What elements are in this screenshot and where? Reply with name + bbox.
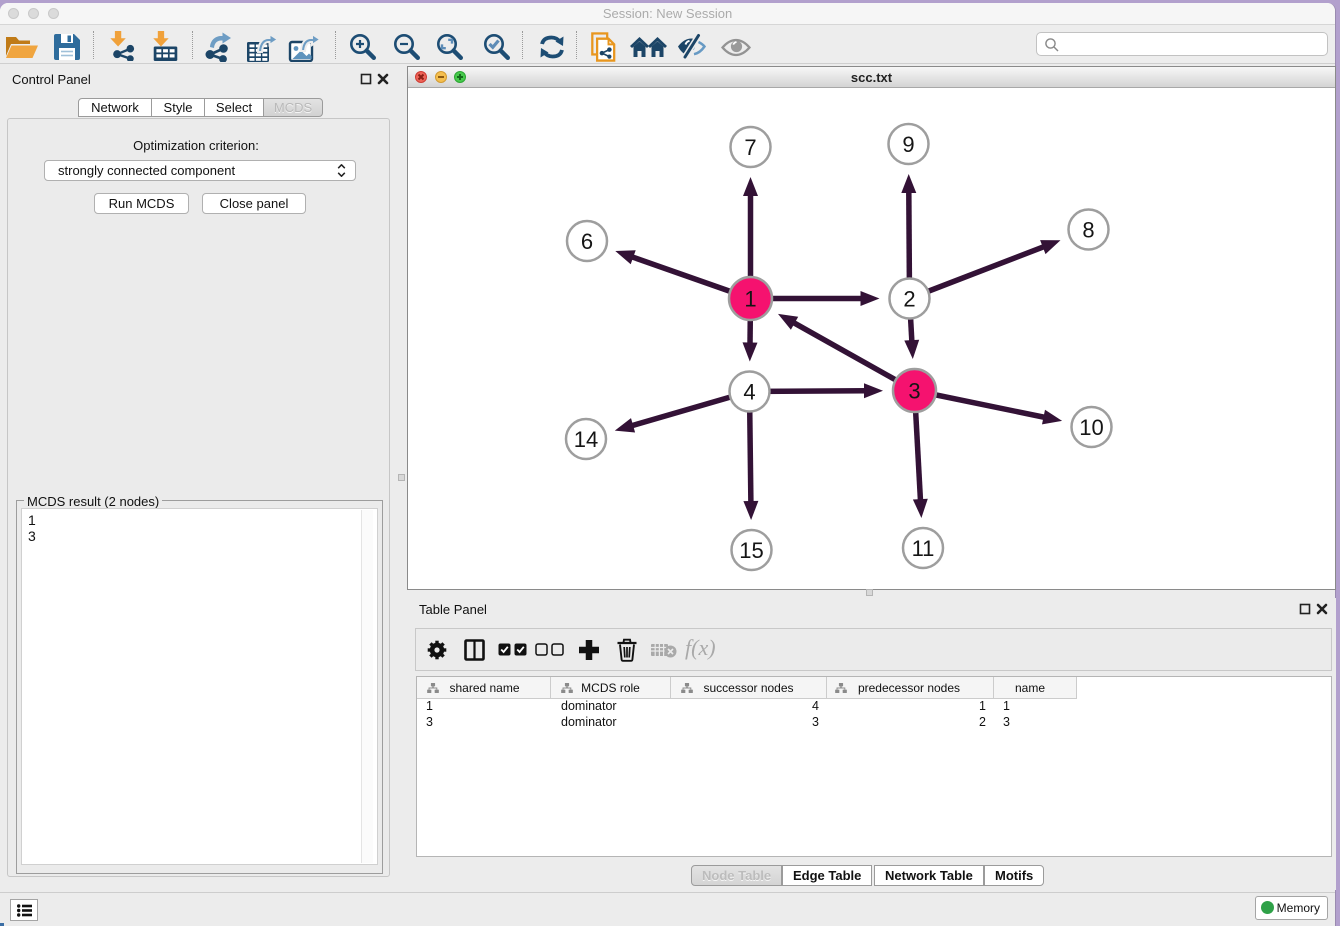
svg-text:14: 14 (574, 427, 598, 452)
svg-text:15: 15 (739, 538, 763, 563)
svg-text:6: 6 (581, 229, 593, 254)
svg-text:1: 1 (744, 287, 756, 312)
svg-text:7: 7 (744, 135, 756, 160)
svg-text:2: 2 (903, 287, 915, 312)
svg-text:8: 8 (1082, 218, 1094, 243)
svg-text:9: 9 (902, 132, 914, 157)
svg-text:10: 10 (1079, 415, 1103, 440)
svg-text:11: 11 (912, 536, 935, 561)
svg-text:3: 3 (908, 379, 920, 404)
svg-text:4: 4 (743, 380, 755, 405)
